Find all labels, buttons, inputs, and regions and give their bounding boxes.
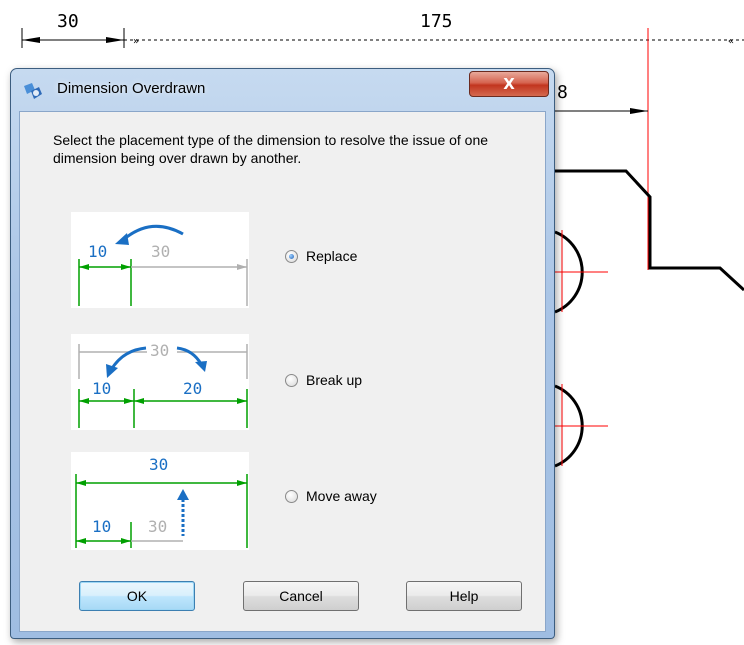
move-away-label-30: 30 bbox=[148, 517, 167, 536]
dimension-text-8: 8 bbox=[557, 82, 568, 103]
replace-radio[interactable]: Replace bbox=[285, 248, 357, 264]
arrowhead bbox=[22, 37, 40, 43]
move-away-label: Move away bbox=[306, 488, 377, 504]
dialog-title: Dimension Overdrawn bbox=[57, 80, 206, 97]
radio-checked-icon[interactable] bbox=[285, 249, 298, 263]
arrowhead bbox=[106, 37, 124, 43]
dimension-text-175: 175 bbox=[420, 11, 453, 32]
help-button[interactable]: Help bbox=[406, 581, 522, 611]
break-up-label-top: 30 bbox=[150, 341, 169, 360]
instruction-text: Select the placement type of the dimensi… bbox=[53, 132, 489, 166]
cancel-button[interactable]: Cancel bbox=[243, 581, 359, 611]
break-up-radio[interactable]: Break up bbox=[285, 372, 362, 388]
break-up-label-20: 20 bbox=[183, 379, 202, 398]
break-up-label: Break up bbox=[306, 372, 363, 388]
move-away-diagram: 30 10 30 bbox=[71, 452, 249, 550]
close-button[interactable]: X bbox=[469, 71, 549, 97]
move-away-label-10: 10 bbox=[92, 517, 111, 536]
title-bar[interactable]: Dimension Overdrawn X bbox=[11, 69, 554, 109]
replace-label: Replace bbox=[306, 248, 358, 264]
radio-unchecked-icon[interactable] bbox=[285, 373, 298, 387]
break-up-diagram: 30 10 20 bbox=[71, 334, 249, 430]
arrowhead bbox=[630, 108, 648, 114]
move-away-label-top: 30 bbox=[149, 455, 168, 474]
move-away-radio[interactable]: Move away bbox=[285, 488, 377, 504]
dimension-text-30: 30 bbox=[57, 11, 79, 32]
arrow-marker: « bbox=[728, 36, 734, 47]
dimension-app-icon bbox=[24, 83, 42, 99]
arrow-marker: » bbox=[133, 36, 139, 47]
break-up-label-10: 10 bbox=[92, 379, 111, 398]
replace-label-10: 10 bbox=[88, 242, 107, 261]
dimension-overdrawn-dialog: Dimension Overdrawn X Select the placeme… bbox=[10, 68, 555, 639]
ok-button[interactable]: OK bbox=[79, 581, 195, 611]
replace-diagram: 10 30 bbox=[71, 212, 249, 308]
replace-label-30: 30 bbox=[151, 242, 170, 261]
radio-unchecked-icon[interactable] bbox=[285, 489, 298, 503]
